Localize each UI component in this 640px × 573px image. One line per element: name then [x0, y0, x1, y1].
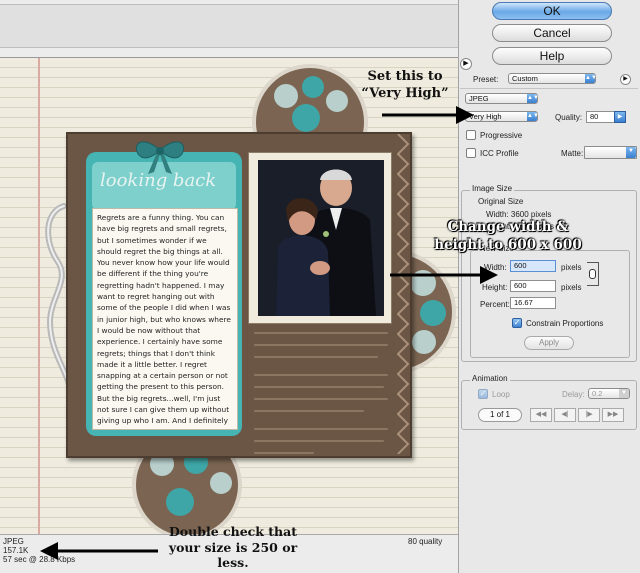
divider: [460, 88, 638, 89]
matte-dropdown[interactable]: ▼: [584, 146, 637, 159]
icc-profile-checkbox[interactable]: [466, 148, 476, 158]
handwriting-line: [254, 440, 384, 442]
loop-label: Loop: [492, 390, 510, 399]
image-size-label: Image Size: [470, 184, 515, 193]
annotation-size-check: Double check that your size is 250 or le…: [158, 524, 308, 571]
annotation-text: “Very High”: [361, 86, 449, 101]
dropdown-arrow-icon: ▼: [619, 389, 629, 398]
checkmark-icon: ✓: [479, 389, 487, 398]
link-chain-icon: [587, 262, 599, 286]
play-icon: ▶: [463, 60, 469, 67]
arrow-right-icon: [390, 266, 498, 284]
apply-button[interactable]: Apply: [524, 336, 574, 350]
next-frame-icon: |▶: [585, 411, 593, 418]
dot-decoration: [412, 330, 436, 354]
handwriting-line: [254, 374, 388, 376]
help-button[interactable]: Help: [492, 47, 612, 65]
file-format-value: JPEG: [469, 94, 489, 103]
optimize-menu-button[interactable]: ▶: [460, 58, 472, 70]
handwriting-line: [254, 332, 388, 334]
annotation-resize: Change width & height to 600 x 600: [428, 218, 588, 254]
frame-counter-text: 1 of 1: [489, 410, 510, 419]
annotation-set-quality: Set this to “Very High”: [350, 68, 460, 102]
dot-decoration: [210, 472, 232, 494]
ok-button[interactable]: OK: [492, 2, 612, 20]
handwriting-line: [254, 356, 378, 358]
prev-frame-icon: ◀|: [561, 411, 569, 418]
journal-text: Regrets are a funny thing. You can have …: [92, 208, 238, 430]
first-frame-button[interactable]: ◀◀: [530, 408, 552, 422]
dot-decoration: [302, 76, 324, 98]
checkmark-icon: ✓: [513, 318, 521, 327]
preset-dropdown[interactable]: Custom ▲▼: [508, 73, 597, 84]
dropdown-arrow-icon: ▲▼: [585, 74, 597, 83]
percent-input[interactable]: 16.67: [510, 297, 556, 309]
handwriting-line: [254, 428, 388, 430]
play-icon: ▶: [623, 76, 628, 82]
arrow-right-icon: [382, 106, 474, 124]
handwriting-line: [254, 410, 364, 412]
icc-profile-label: ICC Profile: [480, 149, 519, 158]
delay-dropdown[interactable]: 0.2 ▼: [588, 388, 630, 399]
dot-decoration: [420, 300, 446, 326]
next-frame-button[interactable]: |▶: [578, 408, 600, 422]
status-quality-readout: 80 quality: [408, 537, 443, 546]
zigzag-stitch: [396, 134, 410, 454]
dropdown-arrow-icon: ▼: [626, 147, 636, 158]
top-toolbar-area: [0, 0, 458, 58]
annotation-text: less.: [217, 555, 249, 570]
last-frame-button[interactable]: ▶▶: [602, 408, 624, 422]
dot-decoration: [292, 104, 320, 132]
quality-slider-button[interactable]: ▶: [614, 111, 626, 123]
dot-decoration: [274, 84, 298, 108]
height-input[interactable]: 600: [510, 280, 556, 292]
original-size-label: Original Size: [478, 197, 524, 206]
play-icon: ▶: [617, 114, 623, 120]
annotation-text: height to 600 x 600: [434, 237, 582, 253]
annotation-text: Set this to: [367, 69, 443, 84]
arrow-left-icon: [40, 542, 158, 560]
preset-menu-button[interactable]: ▶: [620, 74, 631, 85]
animation-label: Animation: [470, 374, 510, 383]
top-toolbar-inset: [0, 4, 458, 48]
annotation-text: Double check that: [168, 524, 298, 539]
handwriting-line: [254, 386, 384, 388]
handwriting-line: [254, 398, 388, 400]
delay-label: Delay:: [562, 390, 585, 399]
delay-value: 0.2: [592, 389, 603, 398]
annotation-text: your size is 250 or: [168, 539, 298, 555]
last-frame-icon: ▶▶: [607, 411, 619, 418]
width-input[interactable]: 600: [510, 260, 556, 272]
journal-heading: looking back: [100, 170, 217, 191]
prev-frame-button[interactable]: ◀|: [554, 408, 576, 422]
first-frame-icon: ◀◀: [535, 411, 547, 418]
apply-label: Apply: [538, 338, 559, 347]
loop-checkbox[interactable]: ✓: [478, 389, 488, 399]
matte-label: Matte:: [561, 149, 584, 158]
dot-decoration: [326, 90, 348, 112]
constrain-proportions-label: Constrain Proportions: [526, 319, 604, 328]
constrain-proportions-checkbox[interactable]: ✓: [512, 318, 522, 328]
cancel-button[interactable]: Cancel: [492, 24, 612, 42]
dot-decoration: [166, 488, 194, 516]
status-file-size: 157.1K: [3, 546, 29, 555]
file-format-dropdown[interactable]: JPEG ▲▼: [465, 93, 539, 104]
frame-counter: 1 of 1: [478, 408, 522, 422]
height-unit: pixels: [561, 283, 582, 292]
quality-label: Quality:: [555, 113, 583, 122]
handwriting-line: [254, 452, 314, 454]
status-format: JPEG: [3, 537, 24, 546]
dropdown-arrow-icon: ▲▼: [527, 112, 539, 121]
dropdown-arrow-icon: ▲▼: [527, 94, 539, 103]
couple-photo: [258, 160, 384, 316]
progressive-checkbox[interactable]: [466, 130, 476, 140]
annotation-text: Change width &: [447, 219, 569, 235]
preset-label: Preset:: [473, 75, 499, 84]
handwriting-line: [254, 344, 388, 346]
width-unit: pixels: [561, 263, 582, 272]
progressive-label: Progressive: [480, 131, 523, 140]
percent-label: Percent:: [480, 300, 510, 309]
preset-value: Custom: [512, 74, 538, 83]
